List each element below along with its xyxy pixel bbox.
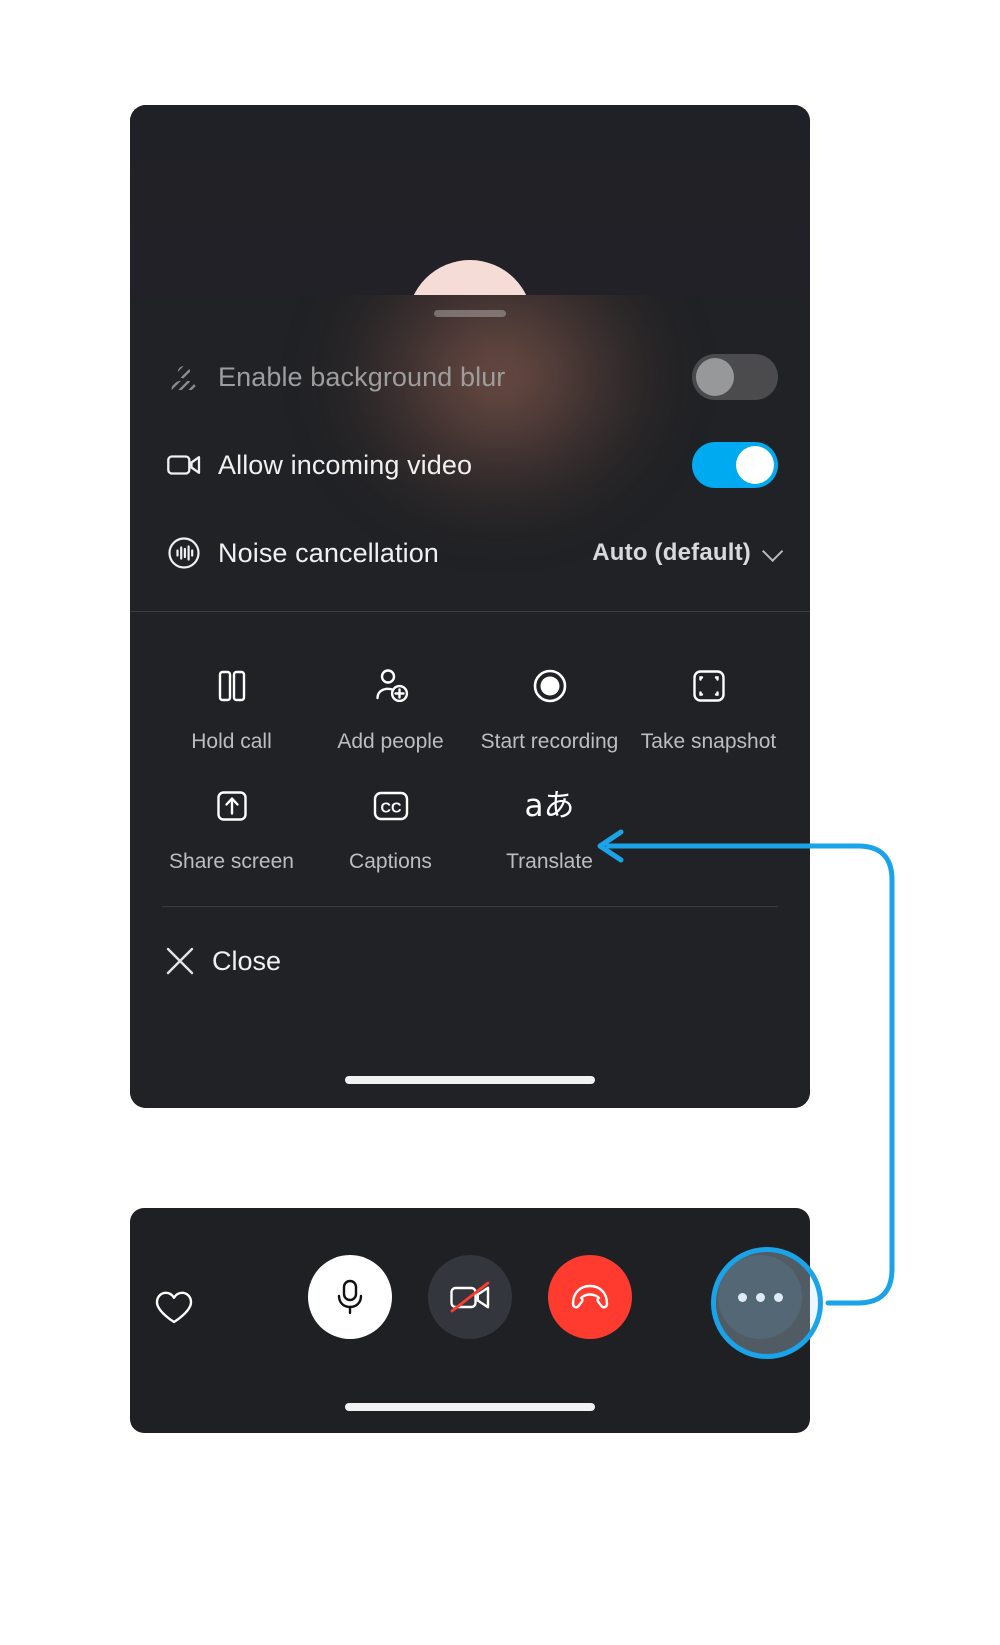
close-x-icon xyxy=(164,945,198,977)
snapshot-icon xyxy=(692,664,726,708)
camera-button[interactable] xyxy=(428,1255,512,1339)
svg-text:CC: CC xyxy=(380,801,401,817)
end-call-icon xyxy=(571,1284,609,1309)
action-label: Hold call xyxy=(191,730,272,753)
add-person-icon xyxy=(373,664,409,708)
more-options-button[interactable] xyxy=(718,1255,802,1339)
allow-incoming-video-toggle[interactable] xyxy=(692,442,778,488)
setting-control xyxy=(692,442,778,488)
noise-cancellation-value: Auto (default) xyxy=(592,539,751,566)
record-icon xyxy=(532,664,568,708)
action-grid-empty-slot xyxy=(629,768,788,884)
action-hold-call[interactable]: Hold call xyxy=(152,648,311,764)
action-start-recording[interactable]: Start recording xyxy=(470,648,629,764)
video-camera-icon xyxy=(164,447,204,483)
microphone-button[interactable] xyxy=(308,1255,392,1339)
action-captions[interactable]: CC Captions xyxy=(311,768,470,884)
background-blur-toggle[interactable] xyxy=(692,354,778,400)
call-controls-panel xyxy=(130,1208,810,1433)
action-label: Take snapshot xyxy=(640,730,777,753)
pause-icon xyxy=(216,664,248,708)
setting-row-noise-cancellation[interactable]: Noise cancellation Auto (default) xyxy=(130,509,810,597)
screenshot-root: Enable background blur Allow incoming vi… xyxy=(0,0,1000,1645)
action-add-people[interactable]: Add people xyxy=(311,648,470,764)
setting-control xyxy=(692,354,778,400)
camera-off-icon xyxy=(450,1281,490,1313)
setting-label: Enable background blur xyxy=(218,361,506,392)
close-button[interactable]: Close xyxy=(130,907,810,1015)
close-label: Close xyxy=(212,945,282,976)
heart-icon xyxy=(155,1291,193,1324)
options-sheet-panel: Enable background blur Allow incoming vi… xyxy=(130,105,810,1108)
action-translate[interactable]: aあ Translate xyxy=(470,768,629,884)
microphone-icon xyxy=(337,1279,363,1315)
toggle-knob xyxy=(736,446,774,484)
setting-row-background-blur[interactable]: Enable background blur xyxy=(130,333,810,421)
action-label: Captions xyxy=(349,850,432,873)
action-label: Translate xyxy=(506,850,593,873)
setting-row-allow-incoming-video[interactable]: Allow incoming video xyxy=(130,421,810,509)
action-label: Start recording xyxy=(480,730,619,753)
more-horizontal-icon xyxy=(737,1292,783,1302)
action-take-snapshot[interactable]: Take snapshot xyxy=(629,648,788,764)
end-call-button[interactable] xyxy=(548,1255,632,1339)
home-indicator xyxy=(345,1076,595,1084)
chevron-down-icon xyxy=(762,540,784,562)
action-share-screen[interactable]: Share screen xyxy=(152,768,311,884)
toggle-knob xyxy=(696,358,734,396)
action-label: Share screen xyxy=(169,850,294,873)
settings-list: Enable background blur Allow incoming vi… xyxy=(130,295,810,597)
setting-label: Allow incoming video xyxy=(218,449,473,480)
favorite-button[interactable] xyxy=(154,1290,194,1331)
translate-glyph: aあ xyxy=(524,787,575,824)
captions-cc-icon: CC xyxy=(373,784,409,828)
share-screen-icon xyxy=(215,784,249,828)
call-controls-bar xyxy=(130,1208,810,1386)
noise-cancellation-select[interactable]: Auto (default) xyxy=(592,539,784,567)
home-indicator xyxy=(345,1403,595,1411)
background-blur-icon xyxy=(164,359,204,395)
action-label: Add people xyxy=(337,730,444,753)
action-grid: Hold call Add people Start recording Tak… xyxy=(130,612,810,884)
video-preview-area xyxy=(130,105,810,295)
bottom-sheet: Enable background blur Allow incoming vi… xyxy=(130,295,810,1108)
translate-icon: aあ xyxy=(525,784,575,828)
setting-label: Noise cancellation xyxy=(218,537,439,568)
noise-cancellation-icon xyxy=(164,535,204,571)
avatar xyxy=(407,260,533,295)
